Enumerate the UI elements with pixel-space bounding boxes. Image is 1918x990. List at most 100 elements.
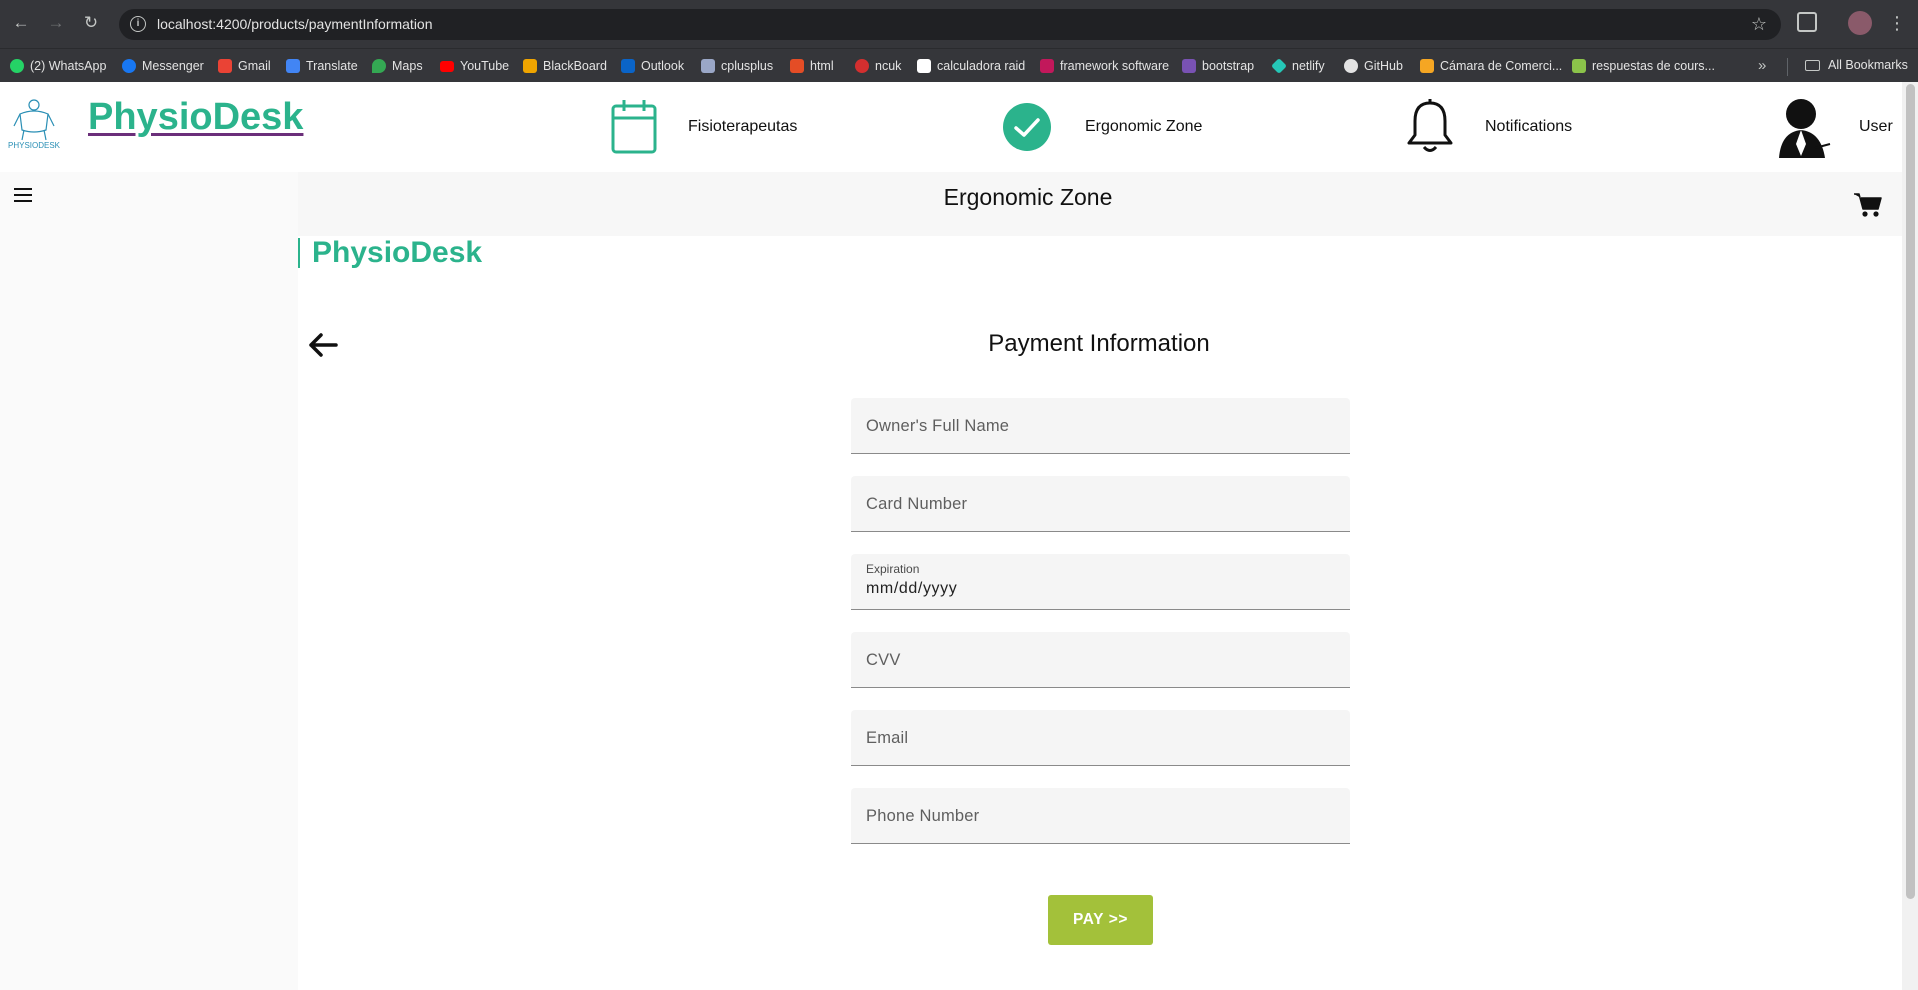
bookmark-label: Messenger (142, 59, 204, 73)
bookmark-label: Outlook (641, 59, 685, 73)
calendar-icon (611, 100, 657, 154)
youtube-icon (440, 60, 454, 72)
nav-notifications[interactable]: Notifications (1405, 82, 1572, 172)
toolbar: Ergonomic Zone (298, 172, 1902, 236)
url-bar[interactable]: i localhost:4200/products/paymentInforma… (119, 9, 1781, 40)
translate-icon (286, 59, 300, 73)
nav-fisioterapeutas[interactable]: Fisioterapeutas (610, 82, 797, 172)
app-header: PHYSIODESK PhysioDesk Fisioterapeutas Er… (0, 82, 1902, 172)
bookmark-label: Translate (306, 59, 358, 73)
bookmark-label: Gmail (238, 59, 271, 73)
bookmark-respuestas-coursera[interactable]: respuestas de cours... (1572, 58, 1715, 74)
outlook-icon (621, 59, 635, 73)
bookmark-blackboard[interactable]: BlackBoard (523, 58, 607, 74)
blackboard-icon (523, 59, 537, 73)
main-content: Ergonomic Zone PhysioDesk Payment Inform… (298, 172, 1902, 990)
page-title: Payment Information (988, 330, 1210, 357)
bookmark-maps[interactable]: Maps (372, 58, 423, 74)
nav-label: User (1859, 118, 1893, 135)
bookmark-github[interactable]: GitHub (1344, 58, 1403, 74)
back-arrow-icon[interactable] (308, 332, 338, 358)
email-field[interactable]: Email (851, 710, 1350, 766)
framework-icon (1040, 59, 1054, 73)
camara-comercio-icon (1420, 59, 1434, 73)
bookmark-label: BlackBoard (543, 59, 607, 73)
sub-brand-title: PhysioDesk (298, 238, 482, 268)
site-info-icon[interactable]: i (130, 16, 146, 32)
gmail-icon (218, 59, 232, 73)
ncuk-icon (855, 59, 869, 73)
bookmark-gmail[interactable]: Gmail (218, 58, 271, 74)
bookmark-label: calculadora raid (937, 59, 1026, 73)
hamburger-menu-icon[interactable] (14, 188, 32, 202)
bookmark-label: respuestas de cours... (1592, 59, 1715, 73)
bookmark-html[interactable]: html (790, 58, 834, 74)
bookmark-star-icon[interactable]: ☆ (1751, 14, 1767, 35)
bookmark-youtube[interactable]: YouTube (440, 58, 509, 74)
card-number-field[interactable]: Card Number (851, 476, 1350, 532)
page-scrollbar[interactable] (1902, 82, 1918, 990)
profile-avatar-icon[interactable] (1848, 11, 1872, 35)
bell-icon (1407, 99, 1453, 152)
maps-pin-icon (372, 59, 386, 73)
sidebar (0, 172, 298, 990)
physiodesk-logo[interactable]: PHYSIODESK (8, 96, 61, 152)
bookmark-label: framework software (1060, 59, 1170, 73)
cplusplus-icon (701, 59, 715, 73)
shopping-cart-icon[interactable] (1854, 192, 1882, 218)
scrollbar-thumb[interactable] (1906, 84, 1915, 899)
bookmark-calculadora-raid[interactable]: calculadora raid (917, 58, 1025, 74)
calculator-icon (917, 59, 931, 73)
brand-title[interactable]: PhysioDesk (88, 96, 303, 139)
bookmark-bootstrap[interactable]: bootstrap (1182, 58, 1254, 74)
bookmark-whatsapp[interactable]: (2) WhatsApp (10, 58, 106, 74)
back-icon[interactable]: ← (10, 12, 32, 34)
bookmarks-divider (1787, 58, 1788, 76)
bookmark-translate[interactable]: Translate (286, 58, 358, 74)
bookmark-messenger[interactable]: Messenger (122, 58, 204, 74)
bookmark-label: GitHub (1364, 59, 1403, 73)
bookmarks-bar: (2) WhatsApp Messenger Gmail Translate M… (0, 48, 1918, 82)
nav-label: Ergonomic Zone (1085, 118, 1203, 135)
more-bookmarks-icon[interactable]: » (1758, 57, 1766, 74)
check-circle-icon (1003, 103, 1051, 151)
phone-number-placeholder: Phone Number (866, 807, 980, 825)
extensions-icon[interactable] (1797, 12, 1817, 32)
bookmark-outlook[interactable]: Outlook (621, 58, 684, 74)
bookmark-netlify[interactable]: netlify (1271, 58, 1325, 74)
expiration-label: Expiration (866, 562, 920, 576)
expiration-field[interactable]: Expiration mm/dd/yyyy (851, 554, 1350, 610)
url-path: :4200/products/paymentInformation (212, 16, 433, 32)
bookmark-cplusplus[interactable]: cplusplus (701, 58, 773, 74)
bookmark-label: YouTube (460, 59, 510, 73)
bookmark-label: html (810, 59, 834, 73)
nav-ergonomic-zone[interactable]: Ergonomic Zone (1003, 82, 1202, 172)
owner-name-placeholder: Owner's Full Name (866, 417, 1010, 435)
bookmark-framework-software[interactable]: framework software (1040, 58, 1169, 74)
all-bookmarks-label: All Bookmarks (1828, 58, 1908, 72)
reload-icon[interactable]: ↻ (80, 12, 102, 34)
owner-name-field[interactable]: Owner's Full Name (851, 398, 1350, 454)
url-text[interactable]: localhost:4200/products/paymentInformati… (157, 16, 433, 32)
phone-number-field[interactable]: Phone Number (851, 788, 1350, 844)
toolbar-title: Ergonomic Zone (943, 184, 1113, 210)
physio-figure-icon: PHYSIODESK (8, 99, 61, 150)
browser-menu-icon[interactable]: ⋮ (1888, 11, 1906, 35)
pay-button[interactable]: PAY >> (1048, 895, 1153, 945)
bookmark-label: Cámara de Comerci... (1440, 59, 1563, 73)
browser-chrome: ← → ↻ i localhost:4200/products/paymentI… (0, 0, 1918, 82)
bookmark-label: ncuk (875, 59, 902, 73)
nav-label: Fisioterapeutas (688, 118, 798, 135)
all-bookmarks-button[interactable]: All Bookmarks (1805, 58, 1908, 72)
html-icon (790, 59, 804, 73)
cvv-field[interactable]: CVV (851, 632, 1350, 688)
address-bar-row: ← → ↻ i localhost:4200/products/paymentI… (0, 0, 1918, 48)
whatsapp-icon (10, 59, 24, 73)
bookmark-camara-comercio[interactable]: Cámara de Comerci... (1420, 58, 1562, 74)
url-host: localhost (157, 16, 213, 32)
bookmark-label: Maps (392, 59, 423, 73)
nav-user[interactable]: User (1775, 82, 1893, 172)
forward-icon[interactable]: → (45, 12, 67, 34)
bookmark-label: bootstrap (1202, 59, 1255, 73)
bookmark-ncuk[interactable]: ncuk (855, 58, 901, 74)
